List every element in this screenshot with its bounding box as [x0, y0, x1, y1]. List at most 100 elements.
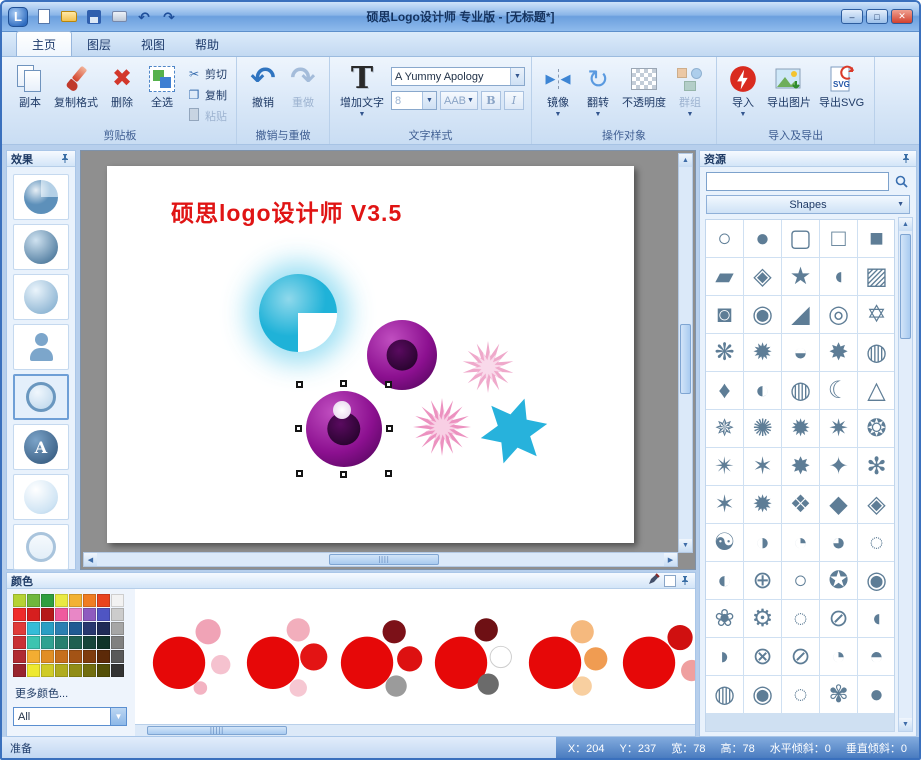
color-swatch[interactable] [27, 594, 40, 607]
shape-cell[interactable]: ◍ [782, 372, 819, 409]
delete-button[interactable]: ✖ 删除 [102, 60, 142, 110]
more-colors-link[interactable]: 更多颜色... [15, 685, 127, 701]
canvas-heading-text[interactable]: 硕思logo设计师 V3.5 [171, 194, 402, 228]
print-button[interactable] [110, 8, 128, 26]
selection-handle[interactable] [385, 381, 392, 388]
color-swatch[interactable] [97, 650, 110, 663]
font-select[interactable]: A Yummy Apology ▼ [391, 67, 525, 86]
mirror-button[interactable]: ▶◀ 镜像 ▼ [538, 60, 578, 119]
search-input[interactable] [706, 172, 889, 191]
shape-cell[interactable]: ⊗ [744, 638, 781, 675]
shape-cell[interactable]: ✡ [858, 296, 895, 333]
scroll-down-arrow[interactable]: ▼ [679, 539, 692, 552]
shape-cell[interactable]: ❋ [706, 334, 743, 371]
color-swatch[interactable] [41, 650, 54, 663]
shape-cell[interactable]: ✺ [744, 410, 781, 447]
shape-cell[interactable]: ⊘ [782, 638, 819, 675]
resources-scrollbar[interactable]: ▲ ▼ [898, 217, 913, 732]
canvas-vertical-scrollbar[interactable]: ▲ ▼ [678, 153, 693, 553]
color-swatch[interactable] [69, 650, 82, 663]
undo-button[interactable]: ↶ 撤销 [243, 60, 283, 110]
quick-undo-button[interactable]: ↶ [135, 8, 153, 26]
schemes-horizontal-scrollbar[interactable]: ||||| [135, 724, 695, 736]
color-swatch[interactable] [97, 622, 110, 635]
canvas-shape-starburst-large[interactable] [411, 396, 473, 458]
shape-cell[interactable]: ◔ [782, 524, 819, 561]
effect-thumbnail-dark-sphere[interactable] [13, 224, 69, 270]
shape-cell[interactable]: ✸ [820, 334, 857, 371]
shape-cell[interactable]: ◌ [782, 600, 819, 637]
scrollbar-thumb[interactable] [680, 324, 691, 394]
scrollbar-thumb[interactable]: ||||| [147, 726, 287, 735]
shape-cell[interactable]: ✦ [820, 448, 857, 485]
color-swatch[interactable] [69, 636, 82, 649]
tab-help[interactable]: 帮助 [180, 32, 234, 56]
shape-cell[interactable]: ○ [782, 562, 819, 599]
app-logo-icon[interactable]: L [8, 7, 28, 27]
shape-cell[interactable]: ❂ [858, 410, 895, 447]
scroll-down-arrow[interactable]: ▼ [899, 718, 912, 731]
scrollbar-thumb[interactable]: |||| [329, 554, 439, 565]
shape-cell[interactable]: ◔ [820, 638, 857, 675]
color-scheme-preview[interactable] [337, 593, 431, 719]
shape-cell[interactable]: ✪ [820, 562, 857, 599]
copy-button[interactable]: ❐复制 [184, 86, 230, 104]
shape-cell[interactable]: ▢ [782, 220, 819, 257]
color-swatch[interactable] [13, 622, 26, 635]
shape-cell[interactable]: ◑ [744, 524, 781, 561]
color-swatch[interactable] [55, 664, 68, 677]
minimize-button[interactable]: – [841, 9, 863, 24]
tab-layers[interactable]: 图层 [72, 32, 126, 56]
color-swatch[interactable] [69, 594, 82, 607]
color-swatch[interactable] [41, 664, 54, 677]
canvas-shape-donut[interactable] [367, 320, 437, 390]
shape-cell[interactable]: ◌ [782, 676, 819, 713]
shape-cell[interactable]: ◈ [858, 486, 895, 523]
canvas-shape-blue-star[interactable] [470, 387, 558, 475]
bold-button[interactable]: B [481, 91, 501, 110]
color-swatch[interactable] [69, 608, 82, 621]
cut-button[interactable]: ✂剪切 [184, 65, 230, 83]
shape-cell[interactable]: ◉ [744, 676, 781, 713]
search-icon[interactable] [892, 172, 910, 191]
color-swatch[interactable] [83, 650, 96, 663]
shape-cell[interactable]: ✾ [820, 676, 857, 713]
color-swatch[interactable] [97, 594, 110, 607]
opacity-button[interactable]: 不透明度 [618, 60, 670, 110]
effect-thumbnail-ring-sphere-selected[interactable] [13, 374, 69, 420]
color-swatch[interactable] [111, 622, 124, 635]
save-button[interactable] [85, 8, 103, 26]
color-swatch[interactable] [13, 636, 26, 649]
scroll-up-arrow[interactable]: ▲ [679, 154, 692, 167]
color-swatch[interactable] [13, 594, 26, 607]
shape-cell[interactable]: ☯ [706, 524, 743, 561]
color-swatch[interactable] [55, 594, 68, 607]
color-swatch[interactable] [27, 664, 40, 677]
group-button[interactable]: 群组 ▼ [670, 60, 710, 119]
tab-home[interactable]: 主页 [16, 31, 72, 56]
shape-cell[interactable]: ◓ [858, 638, 895, 675]
shape-cell[interactable]: ▰ [706, 258, 743, 295]
shape-cell[interactable]: ◈ [744, 258, 781, 295]
shape-cell[interactable]: ✹ [744, 486, 781, 523]
color-swatch[interactable] [55, 636, 68, 649]
color-swatch[interactable] [13, 664, 26, 677]
current-color-swatch[interactable] [664, 575, 676, 587]
export-image-button[interactable]: 导出图片 [763, 60, 815, 110]
import-button[interactable]: 导入 ▼ [723, 60, 763, 119]
color-scheme-preview[interactable] [243, 593, 337, 719]
shape-cell[interactable]: ◐ [706, 562, 743, 599]
italic-button[interactable]: I [504, 91, 524, 110]
shape-cell[interactable]: △ [858, 372, 895, 409]
export-svg-button[interactable]: SVG 导出SVG [815, 60, 868, 110]
color-swatch[interactable] [27, 650, 40, 663]
color-swatch[interactable] [83, 608, 96, 621]
shape-cell[interactable]: □ [820, 220, 857, 257]
scroll-left-arrow[interactable]: ◀ [84, 553, 97, 566]
shape-cell[interactable]: ◍ [706, 676, 743, 713]
canvas-horizontal-scrollbar[interactable]: ◀ ▶ |||| [83, 552, 678, 567]
color-swatch[interactable] [27, 622, 40, 635]
shape-cell[interactable]: ✵ [706, 410, 743, 447]
selection-handle[interactable] [385, 470, 392, 477]
scrollbar-thumb[interactable] [900, 234, 911, 339]
